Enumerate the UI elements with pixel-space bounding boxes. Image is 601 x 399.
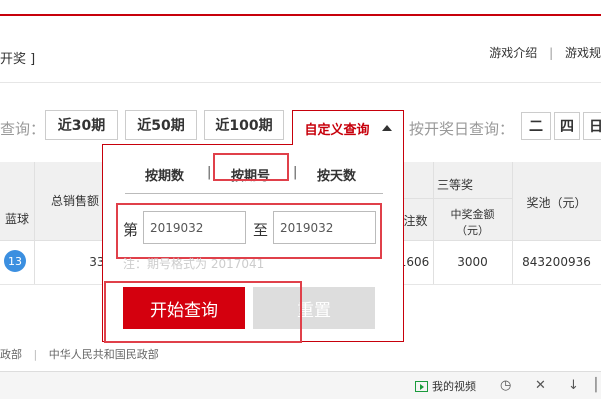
recent-30-button[interactable]: 近30期 [45, 110, 118, 140]
play-icon [415, 380, 428, 392]
my-video-button[interactable]: 我的视频 [415, 378, 476, 394]
tab-separator: | [293, 165, 298, 180]
page: 开奖 ] 游戏介绍 | 游戏规 查询： 近30期 近50期 近100期 自定义查… [0, 0, 601, 399]
speed-icon[interactable]: ◷ [500, 378, 511, 393]
custom-query-panel: 按期数 | 按期号 | 按天数 第 至 注：期号格式为 2017041 开始查询… [102, 144, 404, 343]
date-query-label: 按开奖日查询： [409, 120, 515, 138]
query-label: 查询： [0, 120, 46, 138]
link-separator: | [549, 46, 554, 60]
top-red-rule [0, 14, 601, 16]
download-icon[interactable]: ↓ [568, 378, 579, 393]
recent-100-button[interactable]: 近100期 [204, 110, 284, 140]
third-prize-header: 三等奖 [436, 178, 473, 192]
weekday-sun-button[interactable]: 日 [583, 112, 601, 140]
top-links: 游戏介绍 | 游戏规 [489, 44, 601, 61]
footer-link-2[interactable]: 中华人民共和国民政部 [49, 348, 159, 361]
footer-links: 政部 | 中华人民共和国民政部 [0, 348, 159, 361]
prize-amount-header: 中奖金额 （元） [450, 208, 495, 237]
weekday-tue-button[interactable]: 二 [521, 112, 551, 140]
tab-underline [125, 193, 383, 194]
game-intro-link[interactable]: 游戏介绍 [489, 46, 537, 60]
total-sales-header: 总销售额 [50, 194, 99, 208]
footer-link-1[interactable]: 政部 [0, 348, 22, 361]
tab-separator: | [207, 165, 212, 180]
highlight-box-tab [213, 153, 289, 181]
game-rules-link[interactable]: 游戏规 [565, 46, 601, 60]
pin-icon[interactable]: ✕ [535, 378, 546, 393]
blue-ball: 13 [4, 250, 26, 272]
more-icon[interactable]: │ [592, 378, 600, 393]
custom-query-label: 自定义查询 [304, 122, 370, 138]
format-hint: 注：期号格式为 2017041 [123, 257, 265, 271]
tab-by-count[interactable]: 按期数 [145, 165, 184, 184]
recent-50-button[interactable]: 近50期 [125, 110, 197, 140]
blue-ball-header: 蓝球 [4, 212, 29, 226]
section-title: 开奖 ] [0, 52, 36, 67]
weekday-thu-button[interactable]: 四 [554, 112, 580, 140]
prize-amount-cell: 3000 [457, 255, 488, 269]
highlight-box-button [104, 281, 302, 343]
pool-cell: 843200936 [522, 255, 591, 269]
header-divider [0, 82, 601, 83]
browser-bottom-bar: 我的视频 ◷ ✕ ↓ │ [0, 371, 601, 399]
tab-by-days[interactable]: 按天数 [317, 165, 356, 184]
highlight-box-inputs [116, 203, 382, 259]
pool-header: 奖池（元） [526, 196, 587, 210]
caret-up-icon [381, 125, 392, 131]
custom-query-button[interactable]: 自定义查询 [292, 110, 404, 145]
